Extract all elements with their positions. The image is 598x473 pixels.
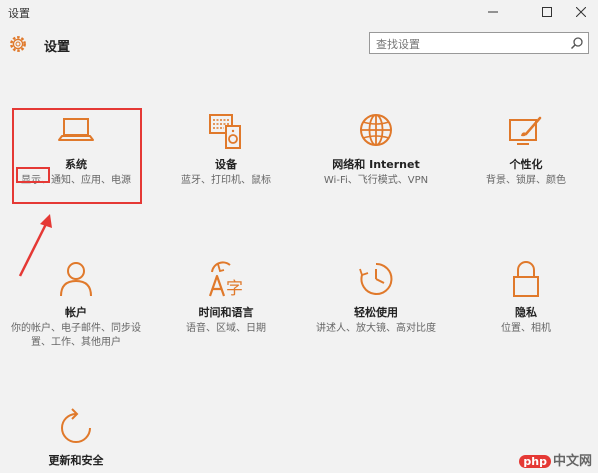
tile-name: 系统	[65, 158, 87, 171]
tile-name: 设备	[215, 158, 237, 171]
gear-icon	[10, 36, 26, 52]
update-icon	[61, 408, 91, 443]
window-title: 设置	[8, 7, 30, 20]
title-bar: 设置	[0, 0, 598, 24]
tile-name: 时间和语言	[198, 306, 254, 319]
tile-network[interactable]: 网络和 Internet Wi-Fi、飞行模式、VPN	[306, 110, 446, 188]
lock-icon	[513, 261, 539, 297]
maximize-icon	[542, 7, 552, 17]
tile-desc: 蓝牙、打印机、鼠标	[181, 175, 271, 186]
tile-ease-of-access[interactable]: 轻松使用 讲述人、放大镜、高对比度	[306, 258, 446, 336]
tile-privacy[interactable]: 隐私 位置、相机	[456, 258, 596, 336]
tile-desc: Wi-Fi、飞行模式、VPN	[323, 175, 429, 186]
laptop-icon	[58, 118, 94, 141]
tile-name: 帐户	[65, 306, 87, 319]
ease-of-access-icon	[359, 262, 393, 295]
close-icon	[576, 7, 586, 17]
page-title: 设置	[44, 40, 71, 55]
search-input[interactable]	[370, 34, 572, 55]
watermark-logo: php 中文网	[519, 450, 592, 469]
search-icon[interactable]	[570, 36, 584, 50]
minimize-icon	[488, 11, 498, 13]
minimize-button[interactable]	[478, 2, 508, 22]
tile-desc: 你的帐户、电子邮件、同步设置、工作、其他用户	[11, 323, 141, 348]
annotation-arrow-icon	[18, 214, 52, 277]
tile-name: 更新和安全	[48, 454, 104, 467]
paint-icon	[509, 116, 542, 145]
tile-personalization[interactable]: 个性化 背景、锁屏、颜色	[456, 110, 596, 188]
tile-system[interactable]: 系统 显示、通知、应用、电源	[6, 110, 146, 188]
tile-desc: 显示、通知、应用、电源	[21, 175, 131, 186]
svg-text:字: 字	[226, 279, 243, 299]
close-button[interactable]	[566, 2, 596, 22]
tile-name: 个性化	[509, 158, 543, 171]
tile-desc: 语音、区域、日期	[186, 323, 266, 334]
tile-update-security[interactable]: 更新和安全	[6, 406, 146, 470]
tile-name: 网络和 Internet	[332, 158, 420, 171]
tile-devices[interactable]: 设备 蓝牙、打印机、鼠标	[156, 110, 296, 188]
globe-icon	[360, 114, 392, 146]
tile-desc: 位置、相机	[501, 323, 551, 334]
search-box[interactable]	[369, 32, 589, 55]
devices-icon	[209, 114, 241, 149]
watermark-brand: php	[519, 455, 551, 468]
person-icon	[60, 262, 92, 297]
settings-header: 设置	[0, 24, 598, 66]
tile-desc: 背景、锁屏、颜色	[486, 175, 566, 186]
tile-name: 隐私	[515, 306, 537, 319]
maximize-button[interactable]	[532, 2, 562, 22]
tile-desc: 讲述人、放大镜、高对比度	[316, 323, 436, 334]
time-language-icon: 字	[208, 261, 243, 299]
watermark-site: 中文网	[552, 454, 592, 469]
tile-time-language[interactable]: 字 时间和语言 语音、区域、日期	[156, 258, 296, 336]
tile-name: 轻松使用	[354, 306, 398, 319]
